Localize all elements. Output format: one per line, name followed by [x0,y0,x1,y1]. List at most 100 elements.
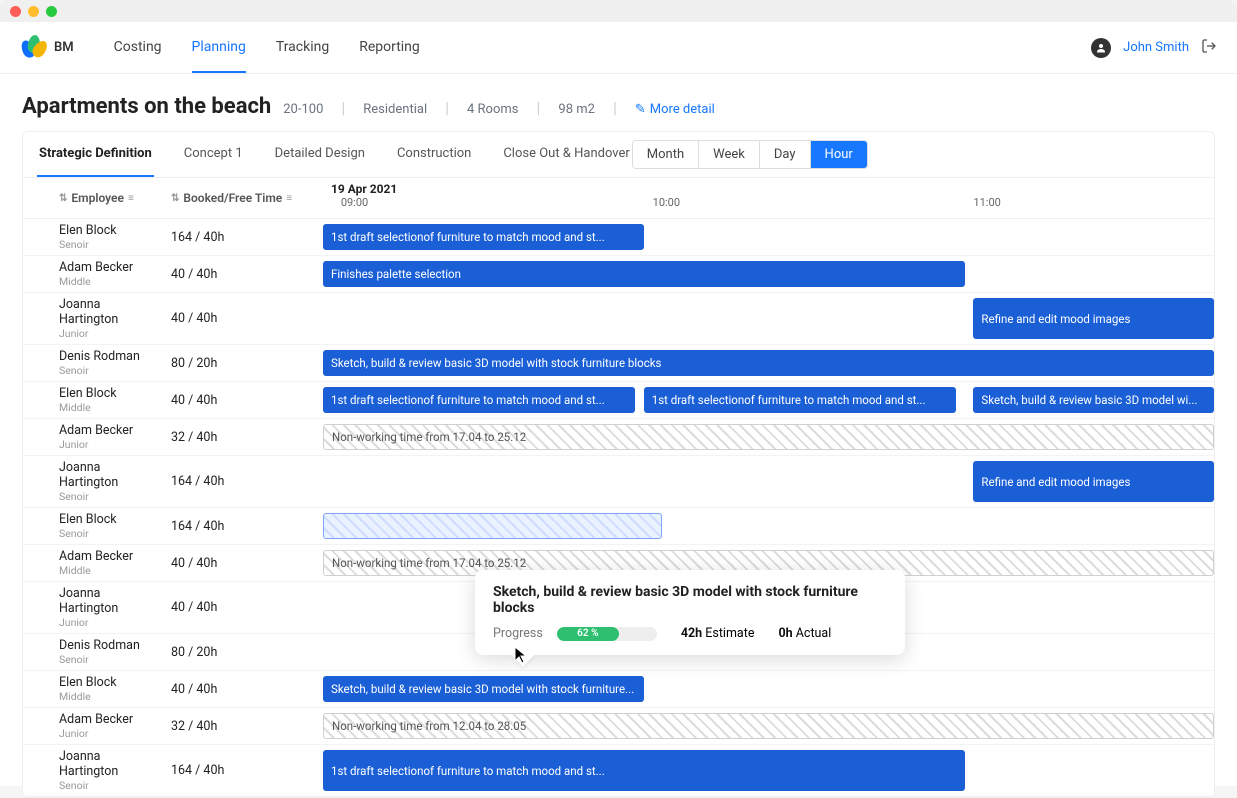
close-window-icon[interactable] [10,6,21,17]
progress-bar: 62 % [557,627,657,641]
more-detail-link[interactable]: ✎More detail [635,102,715,117]
employee-cell: Joanna HartingtonSenoir [23,456,163,507]
timeline-cell: Sketch, build & review basic 3D model wi… [323,671,1214,707]
task-bar[interactable]: 1st draft selectionof furniture to match… [644,387,956,413]
time-tick: 09:00 [341,196,368,209]
employee-role: Middle [59,275,155,288]
timeline-cell: Refine and edit mood images [323,293,1214,344]
pencil-icon: ✎ [635,102,646,117]
timeline-cell: 1st draft selectionof furniture to match… [323,745,1214,796]
view-hour[interactable]: Hour [810,141,867,168]
employee-name: Denis Rodman [59,638,155,653]
employee-cell: Adam BeckerJunior [23,419,163,455]
hours-cell: 32 / 40h [163,708,323,744]
hours-cell: 164 / 40h [163,745,323,796]
timeline-cell: Non-working time from 12.04 to 28.05 [323,708,1214,744]
hours-cell: 40 / 40h [163,671,323,707]
tab-detailed-design[interactable]: Detailed Design [273,132,367,177]
employee-name: Elen Block [59,223,155,238]
employee-role: Senoir [59,238,155,251]
employee-name: Elen Block [59,675,155,690]
task-bar[interactable]: 1st draft selectionof furniture to match… [323,750,965,791]
nav-costing[interactable]: Costing [114,23,162,73]
schedule-row: Elen BlockMiddle40 / 40hSketch, build & … [23,671,1214,708]
view-day[interactable]: Day [759,141,810,168]
filter-icon[interactable]: ≡ [286,193,292,204]
employee-cell: Elen BlockMiddle [23,671,163,707]
timeline-cell: Non-working time from 17.04 to 25.12 [323,419,1214,455]
employee-name: Adam Becker [59,549,155,564]
time-view-toggle: Month Week Day Hour [632,140,868,169]
task-bar[interactable] [323,513,662,539]
hours-cell: 40 / 40h [163,545,323,581]
employee-cell: Adam BeckerMiddle [23,256,163,292]
sort-icon[interactable]: ⇅ [59,193,67,204]
project-category: Residential [363,102,427,117]
timeline-cell: Refine and edit mood images [323,456,1214,507]
tab-strategic-definition[interactable]: Strategic Definition [37,132,154,177]
user-icon [1091,38,1111,58]
nav-planning[interactable]: Planning [192,23,246,73]
employee-cell: Elen BlockSenoir [23,508,163,544]
col-employee[interactable]: ⇅ Employee ≡ [23,178,163,218]
app-logo[interactable]: BM [20,35,74,61]
hours-cell: 80 / 20h [163,634,323,670]
task-bar[interactable]: Non-working time from 17.04 to 25.12 [323,424,1214,450]
task-bar[interactable]: Finishes palette selection [323,261,965,287]
schedule-row: Adam BeckerJunior32 / 40hNon-working tim… [23,708,1214,745]
user-area: John Smith [1091,38,1217,58]
app-brand: BM [54,40,74,55]
employee-cell: Elen BlockMiddle [23,382,163,418]
logout-icon[interactable] [1201,38,1217,58]
schedule-grid: ⇅ Employee ≡ ⇅ Booked/Free Time ≡ 19 Apr… [23,178,1214,797]
employee-name: Elen Block [59,512,155,527]
task-bar[interactable]: Refine and edit mood images [973,298,1214,339]
minimize-window-icon[interactable] [28,6,39,17]
nav-reporting[interactable]: Reporting [359,23,420,73]
employee-name: Elen Block [59,386,155,401]
employee-cell: Joanna HartingtonJunior [23,582,163,633]
task-bar[interactable]: 1st draft selectionof furniture to match… [323,224,644,250]
user-name[interactable]: John Smith [1123,40,1189,55]
sort-icon[interactable]: ⇅ [171,193,179,204]
task-tooltip: Sketch, build & review basic 3D model wi… [475,570,905,655]
maximize-window-icon[interactable] [46,6,57,17]
hours-cell: 32 / 40h [163,419,323,455]
grid-header: ⇅ Employee ≡ ⇅ Booked/Free Time ≡ 19 Apr… [23,178,1214,219]
filter-icon[interactable]: ≡ [128,193,134,204]
tab-construction[interactable]: Construction [395,132,473,177]
project-rooms: 4 Rooms [467,102,518,117]
tooltip-title: Sketch, build & review basic 3D model wi… [493,584,887,616]
schedule-row: Elen BlockSenoir 164 / 40h1st draft selec… [23,219,1214,256]
hours-cell: 40 / 40h [163,382,323,418]
task-bar[interactable]: Sketch, build & review basic 3D model wi… [323,350,1214,376]
col-booked-time[interactable]: ⇅ Booked/Free Time ≡ [163,178,323,218]
employee-cell: Denis RodmanSenoir [23,634,163,670]
view-month[interactable]: Month [633,141,698,168]
employee-role: Middle [59,564,155,577]
task-bar[interactable]: Non-working time from 12.04 to 28.05 [323,713,1214,739]
employee-name: Adam Becker [59,260,155,275]
employee-role: Junior [59,327,155,340]
schedule-row: Adam BeckerJunior32 / 40hNon-working tim… [23,419,1214,456]
hours-cell: 164 / 40h [163,219,323,255]
phase-row: Strategic Definition Concept 1 Detailed … [23,132,1214,178]
tab-concept-1[interactable]: Concept 1 [182,132,245,177]
employee-name: Joanna Hartington [59,749,155,779]
task-bar[interactable]: Sketch, build & review basic 3D model wi… [973,387,1214,413]
schedule-row: Joanna HartingtonSenoir164 / 40hRefine a… [23,456,1214,508]
employee-cell: Adam BeckerMiddle [23,545,163,581]
schedule-row: Denis RodmanSenoir80 / 20hSketch, build … [23,345,1214,382]
page-header: Apartments on the beach 20-100 | Residen… [0,74,1237,131]
view-week[interactable]: Week [698,141,759,168]
nav-tracking[interactable]: Tracking [276,23,329,73]
schedule-row: Joanna HartingtonSenoir164 / 40h1st draf… [23,745,1214,797]
tab-close-out[interactable]: Close Out & Handover [501,132,631,177]
project-code: 20-100 [283,102,323,117]
nav-items: Costing Planning Tracking Reporting [114,23,420,73]
employee-name: Joanna Hartington [59,586,155,616]
task-bar[interactable]: Refine and edit mood images [973,461,1214,502]
task-bar[interactable]: 1st draft selectionof furniture to match… [323,387,635,413]
employee-cell: Joanna HartingtonJunior [23,293,163,344]
task-bar[interactable]: Sketch, build & review basic 3D model wi… [323,676,644,702]
